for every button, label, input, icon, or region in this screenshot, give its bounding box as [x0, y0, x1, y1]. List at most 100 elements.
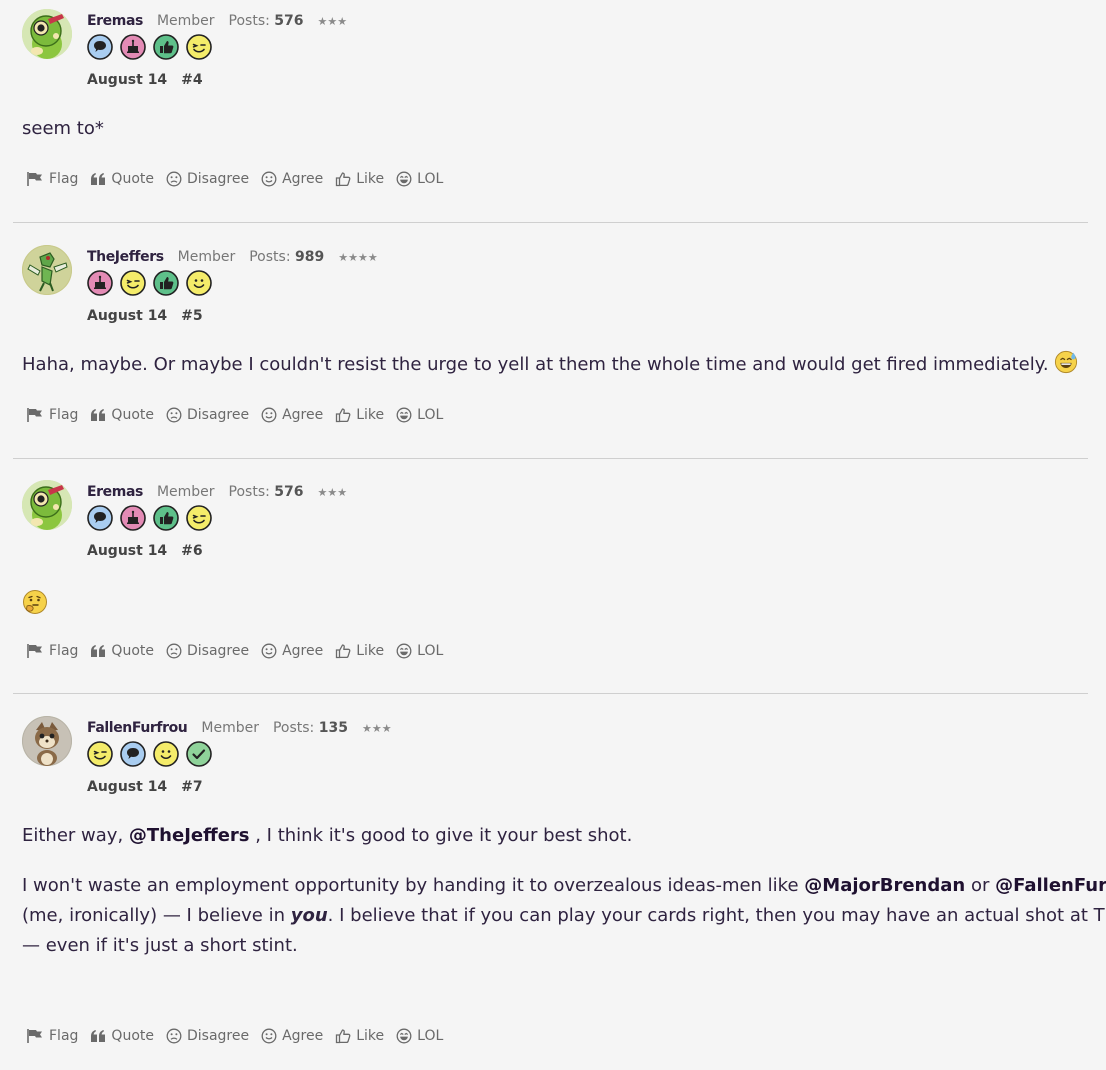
avatar[interactable]: [22, 9, 72, 59]
user-role: Member: [177, 249, 236, 265]
disagree-button[interactable]: Disagree: [166, 171, 249, 187]
wink-icon[interactable]: [120, 270, 146, 296]
avatar[interactable]: [22, 480, 72, 530]
post-date[interactable]: August 14 #6: [87, 543, 203, 559]
quote-icon: [90, 1029, 106, 1043]
quote-button[interactable]: Quote: [90, 407, 154, 423]
speech-bubble-icon[interactable]: [120, 741, 146, 767]
post-actions: Flag Quote Disagree Agree Like LOL: [26, 407, 455, 423]
post-meta: TheJeffers Member Posts: 989 ★★★★: [87, 249, 378, 269]
quote-button[interactable]: Quote: [90, 643, 154, 659]
post-count: Posts: 135: [272, 720, 348, 736]
thumbs-up-icon[interactable]: [153, 505, 179, 531]
like-icon: [335, 171, 351, 187]
post-number[interactable]: #5: [181, 308, 202, 324]
badge-row: [87, 741, 212, 767]
lol-button[interactable]: LOL: [396, 171, 443, 187]
checkmark-icon[interactable]: [186, 741, 212, 767]
flag-icon: [26, 643, 44, 659]
flag-button[interactable]: Flag: [26, 1028, 78, 1044]
post-body: Either way, @TheJeffers , I think it's g…: [22, 821, 1106, 961]
username[interactable]: TheJeffers: [87, 249, 164, 265]
thinking-face-emoji: [22, 589, 48, 615]
avatar[interactable]: [22, 245, 72, 295]
post-number[interactable]: #4: [181, 72, 202, 88]
speech-bubble-icon[interactable]: [87, 34, 113, 60]
cake-icon[interactable]: [120, 505, 146, 531]
cake-icon[interactable]: [120, 34, 146, 60]
thumbs-up-icon[interactable]: [153, 270, 179, 296]
flag-button[interactable]: Flag: [26, 407, 78, 423]
disagree-icon: [166, 407, 182, 423]
flag-icon: [26, 171, 44, 187]
lol-button[interactable]: LOL: [396, 643, 443, 659]
lol-button[interactable]: LOL: [396, 407, 443, 423]
post-number[interactable]: #6: [181, 543, 202, 559]
like-button[interactable]: Like: [335, 171, 384, 187]
disagree-button[interactable]: Disagree: [166, 407, 249, 423]
post-divider: [13, 693, 1088, 694]
agree-icon: [261, 1028, 277, 1044]
lol-icon: [396, 1028, 412, 1044]
username[interactable]: Eremas: [87, 13, 143, 29]
post-divider: [13, 458, 1088, 459]
user-mention[interactable]: @MajorBrendan: [804, 875, 965, 896]
post-meta: Eremas Member Posts: 576 ★★★: [87, 484, 347, 504]
disagree-icon: [166, 643, 182, 659]
user-role: Member: [156, 484, 215, 500]
avatar[interactable]: [22, 716, 72, 766]
disagree-icon: [166, 1028, 182, 1044]
post-count: Posts: 989: [249, 249, 325, 265]
rank-stars: ★★★★: [338, 251, 378, 264]
flag-button[interactable]: Flag: [26, 171, 78, 187]
post-date[interactable]: August 14 #7: [87, 779, 203, 795]
post-date[interactable]: August 14 #4: [87, 72, 203, 88]
like-button[interactable]: Like: [335, 407, 384, 423]
post-count: Posts: 576: [228, 484, 304, 500]
post-paragraph-2: I won't waste an employment opportunity …: [22, 871, 1106, 961]
like-icon: [335, 643, 351, 659]
agree-button[interactable]: Agree: [261, 643, 323, 659]
quote-button[interactable]: Quote: [90, 171, 154, 187]
post-meta: FallenFurfrou Member Posts: 135 ★★★: [87, 720, 392, 740]
quote-icon: [90, 172, 106, 186]
post-body: [22, 587, 48, 617]
user-mention[interactable]: @FallenFurfrou: [995, 875, 1106, 896]
wink-icon[interactable]: [186, 34, 212, 60]
wink-icon[interactable]: [186, 505, 212, 531]
badge-row: [87, 505, 212, 531]
emphasis-text: you: [290, 905, 328, 926]
agree-button[interactable]: Agree: [261, 171, 323, 187]
speech-bubble-icon[interactable]: [87, 505, 113, 531]
like-icon: [335, 1028, 351, 1044]
wink-icon[interactable]: [87, 741, 113, 767]
post-number[interactable]: #7: [181, 779, 202, 795]
post-actions: Flag Quote Disagree Agree Like LOL: [26, 643, 455, 659]
disagree-button[interactable]: Disagree: [166, 1028, 249, 1044]
quote-button[interactable]: Quote: [90, 1028, 154, 1044]
agree-icon: [261, 407, 277, 423]
lol-button[interactable]: LOL: [396, 1028, 443, 1044]
agree-button[interactable]: Agree: [261, 407, 323, 423]
post-actions: Flag Quote Disagree Agree Like LOL: [26, 1028, 455, 1044]
agree-icon: [261, 171, 277, 187]
post-divider: [13, 222, 1088, 223]
lol-icon: [396, 171, 412, 187]
lol-icon: [396, 643, 412, 659]
username[interactable]: FallenFurfrou: [87, 720, 188, 736]
username[interactable]: Eremas: [87, 484, 143, 500]
cake-icon[interactable]: [87, 270, 113, 296]
agree-icon: [261, 643, 277, 659]
smile-icon[interactable]: [153, 741, 179, 767]
post-text: seem to*: [22, 118, 104, 139]
post-date[interactable]: August 14 #5: [87, 308, 203, 324]
disagree-button[interactable]: Disagree: [166, 643, 249, 659]
smile-icon[interactable]: [186, 270, 212, 296]
thumbs-up-icon[interactable]: [153, 34, 179, 60]
flag-button[interactable]: Flag: [26, 643, 78, 659]
agree-button[interactable]: Agree: [261, 1028, 323, 1044]
like-button[interactable]: Like: [335, 1028, 384, 1044]
user-mention[interactable]: @TheJeffers: [129, 825, 250, 846]
disagree-icon: [166, 171, 182, 187]
like-button[interactable]: Like: [335, 643, 384, 659]
